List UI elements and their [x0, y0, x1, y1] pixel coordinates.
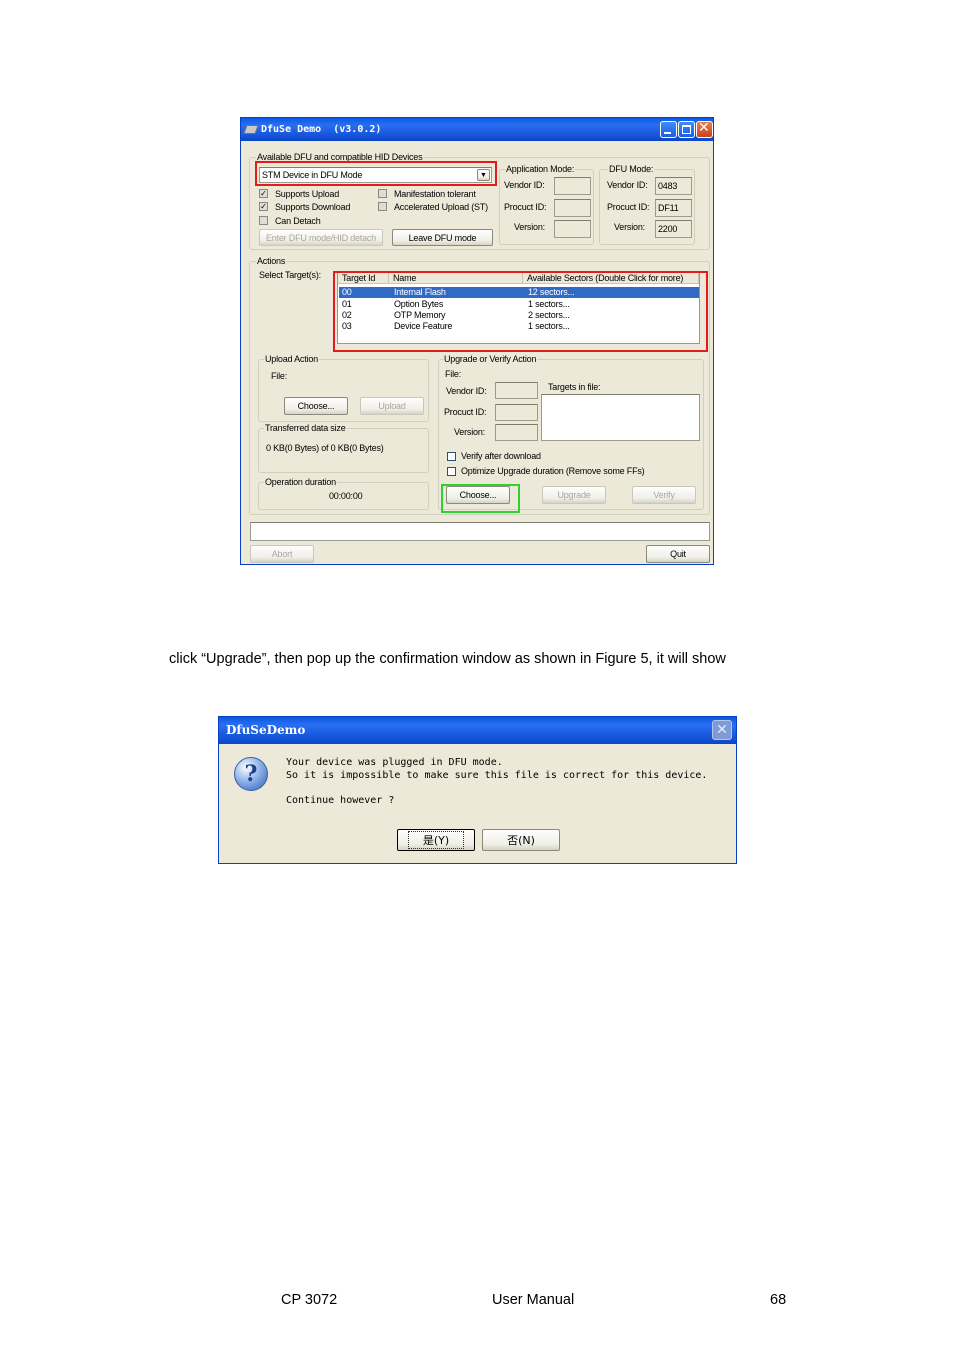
- transferred-value: 0 KB(0 Bytes) of 0 KB(0 Bytes): [266, 443, 384, 453]
- supports-upload-checkbox: ✓: [259, 189, 268, 198]
- maximize-icon[interactable]: [678, 121, 695, 138]
- app-vendor-field: [554, 177, 591, 195]
- upgrade-version-field: [495, 424, 538, 441]
- dialog-message-line1: Your device was plugged in DFU mode.: [286, 757, 503, 768]
- highlight-choose-button: [441, 484, 520, 513]
- supports-download-label: Supports Download: [275, 202, 351, 212]
- footer-product: CP 3072: [281, 1292, 338, 1308]
- dfu-mode-label: DFU Mode:: [608, 164, 655, 174]
- question-icon: ?: [234, 757, 268, 791]
- targets-in-file-label: Targets in file:: [548, 382, 601, 392]
- accelerated-checkbox: [378, 202, 387, 211]
- close-icon[interactable]: ✕: [696, 120, 713, 138]
- upgrade-vendor-field: [495, 382, 538, 399]
- dfu-vendor-value: 0483: [658, 181, 678, 191]
- upgrade-product-label: Procuct ID:: [444, 407, 487, 417]
- highlight-target-list: [333, 271, 708, 352]
- quit-button[interactable]: Quit: [646, 545, 710, 563]
- progress-bar: [250, 522, 710, 541]
- can-detach-label: Can Detach: [275, 216, 321, 226]
- upgrade-file-label: File:: [445, 369, 462, 379]
- app-product-label: Procuct ID:: [504, 202, 547, 212]
- dfuse-window: DfuSe Demo (v3.0.2) ✕ Available DFU and …: [240, 117, 714, 565]
- dialog-message-line2: So it is impossible to make sure this fi…: [286, 770, 708, 781]
- upload-choose-button[interactable]: Choose...: [284, 397, 348, 415]
- dfu-vendor-field: 0483: [655, 177, 692, 195]
- verify-button[interactable]: Verify: [632, 486, 696, 504]
- dialog-title: DfuSeDemo: [226, 723, 306, 737]
- dfu-version-value: 2200: [658, 224, 678, 234]
- duration-label: Operation duration: [264, 477, 337, 487]
- leave-dfu-button[interactable]: Leave DFU mode: [392, 229, 493, 246]
- dialog-message-line3: Continue however ?: [286, 795, 395, 806]
- no-button[interactable]: 否(N): [482, 829, 560, 851]
- manifestation-label: Manifestation tolerant: [394, 189, 476, 199]
- targets-in-file-box[interactable]: [541, 394, 700, 441]
- window-title: DfuSe Demo (v3.0.2): [261, 124, 382, 135]
- app-vendor-label: Vendor ID:: [504, 180, 545, 190]
- dfu-version-label: Version:: [614, 222, 645, 232]
- highlight-device-select: [255, 161, 497, 186]
- no-button-label: 否(N): [507, 834, 535, 847]
- dialog-titlebar[interactable]: DfuSeDemo ✕: [219, 717, 736, 744]
- close-icon[interactable]: ✕: [712, 720, 732, 740]
- dfu-product-field: DF11: [655, 199, 692, 217]
- upload-action-label: Upload Action: [264, 354, 319, 364]
- verify-after-checkbox[interactable]: [447, 452, 456, 461]
- upgrade-button[interactable]: Upgrade: [542, 486, 606, 504]
- dfu-version-field: 2200: [655, 220, 692, 238]
- upgrade-version-label: Version:: [454, 427, 485, 437]
- confirm-dialog: DfuSeDemo ✕ ? Your device was plugged in…: [218, 716, 737, 864]
- can-detach-checkbox: [259, 216, 268, 225]
- app-icon: [243, 125, 259, 134]
- select-target-label: Select Target(s):: [259, 270, 321, 280]
- dfu-product-label: Procuct ID:: [607, 202, 650, 212]
- footer-title: User Manual: [492, 1292, 575, 1308]
- dfu-product-value: DF11: [658, 203, 679, 213]
- accelerated-label: Accelerated Upload (ST): [394, 202, 488, 212]
- manifestation-checkbox: [378, 189, 387, 198]
- app-version-field: [554, 220, 591, 238]
- dfu-vendor-label: Vendor ID:: [607, 180, 648, 190]
- duration-value: 00:00:00: [329, 491, 363, 501]
- upload-file-label: File:: [271, 371, 288, 381]
- page-number: 68: [770, 1292, 787, 1308]
- optimize-checkbox[interactable]: [447, 467, 456, 476]
- verify-after-label: Verify after download: [461, 451, 541, 461]
- application-mode-label: Application Mode:: [505, 164, 576, 174]
- app-product-field: [554, 199, 591, 217]
- upload-button[interactable]: Upload: [360, 397, 424, 415]
- abort-button[interactable]: Abort: [250, 545, 314, 563]
- body-text: click “Upgrade”, then pop up the confirm…: [169, 651, 726, 667]
- actions-label: Actions: [256, 256, 287, 266]
- supports-upload-label: Supports Upload: [275, 189, 340, 199]
- enter-dfu-button[interactable]: Enter DFU mode/HID detach: [259, 229, 383, 246]
- upgrade-group-label: Upgrade or Verify Action: [443, 354, 538, 364]
- optimize-label: Optimize Upgrade duration (Remove some F…: [461, 466, 645, 476]
- upgrade-vendor-label: Vendor ID:: [446, 386, 487, 396]
- yes-button[interactable]: 是(Y): [397, 829, 475, 851]
- transferred-label: Transferred data size: [264, 423, 347, 433]
- dfuse-titlebar[interactable]: DfuSe Demo (v3.0.2) ✕: [241, 118, 713, 141]
- app-version-label: Version:: [514, 222, 545, 232]
- minimize-icon[interactable]: [660, 121, 677, 138]
- yes-button-label: 是(Y): [407, 831, 465, 849]
- upgrade-product-field: [495, 404, 538, 421]
- supports-download-checkbox: ✓: [259, 202, 268, 211]
